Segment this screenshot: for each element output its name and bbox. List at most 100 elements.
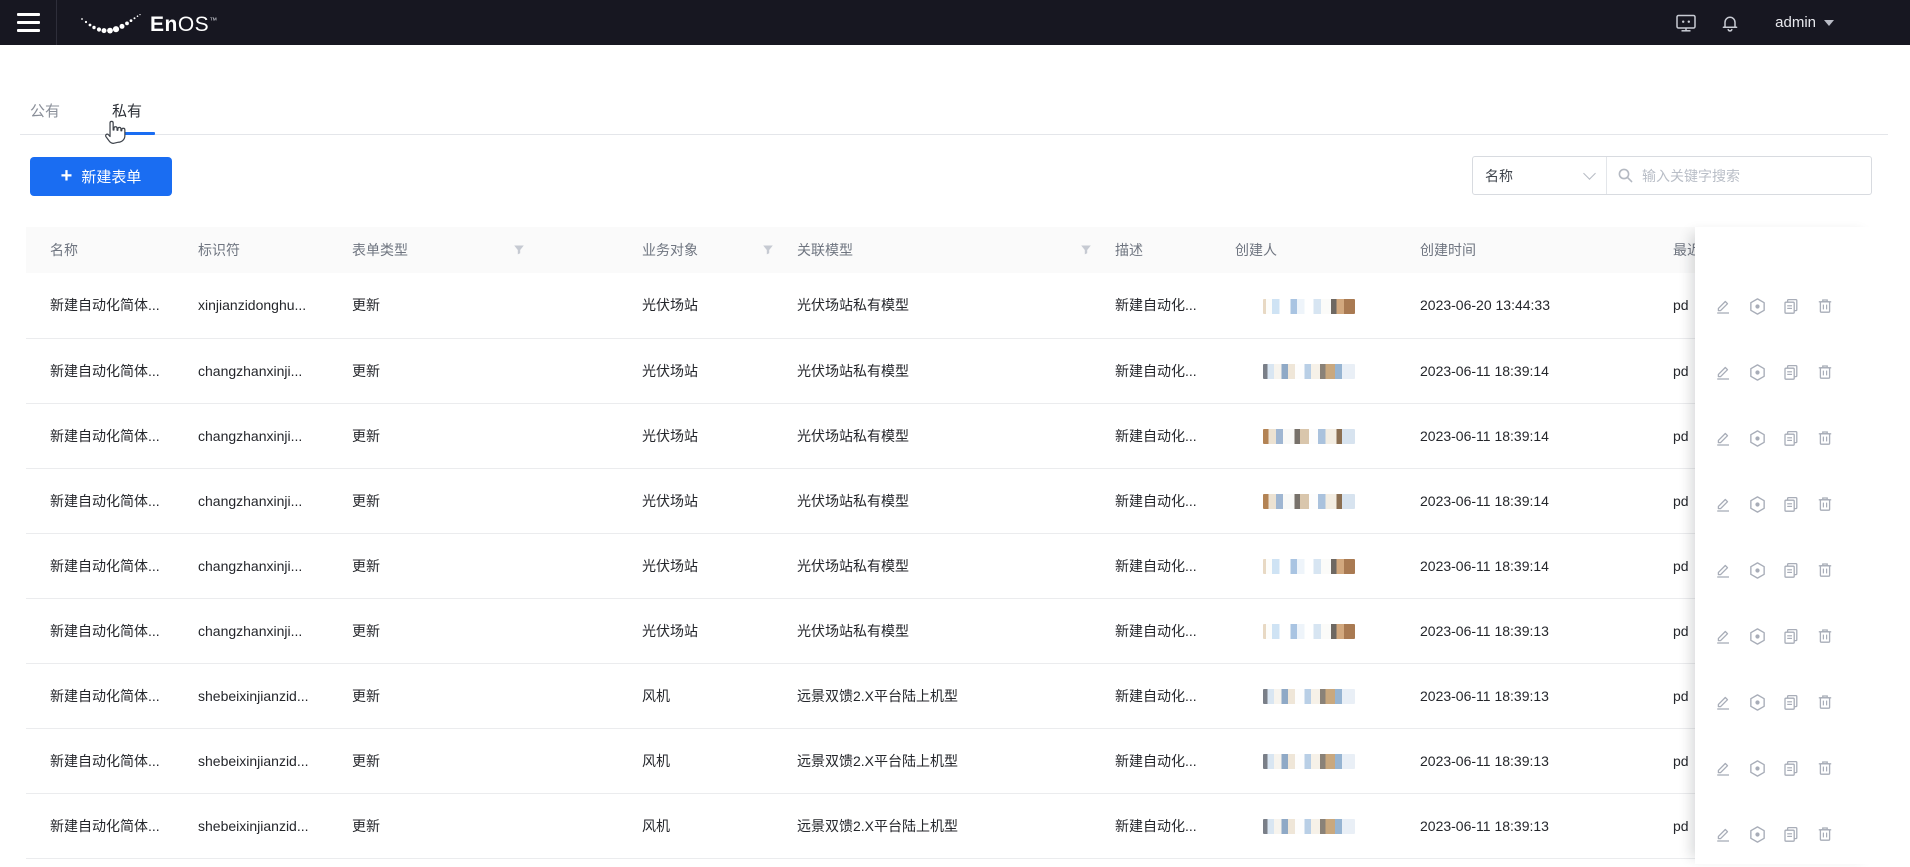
delete-trash-icon[interactable] xyxy=(1808,553,1842,587)
workflow-hexagon-icon[interactable] xyxy=(1740,421,1774,455)
row-actions xyxy=(1695,273,1878,339)
delete-trash-icon[interactable] xyxy=(1808,751,1842,785)
cell-model: 光伏场站私有模型 xyxy=(773,598,1091,664)
edit-icon[interactable] xyxy=(1706,817,1740,851)
search-input[interactable] xyxy=(1640,166,1861,185)
cell-creator xyxy=(1211,793,1396,859)
cell-identifier: changzhanxinji... xyxy=(174,338,328,404)
table-row: 新建自动化简体... changzhanxinji... 更新 光伏场站 光伏场… xyxy=(26,468,1878,534)
cell-model: 光伏场站私有模型 xyxy=(773,273,1091,339)
creator-redacted xyxy=(1263,298,1355,314)
enos-logo: EnOS™ xyxy=(79,8,218,38)
filter-funnel-icon[interactable] xyxy=(762,244,773,256)
copy-icon[interactable] xyxy=(1774,619,1808,653)
filter-funnel-icon[interactable] xyxy=(1080,244,1091,256)
cell-form-type: 更新 xyxy=(328,403,618,469)
bell-icon[interactable] xyxy=(1717,10,1743,36)
row-actions xyxy=(1695,537,1878,603)
row-actions xyxy=(1695,339,1878,405)
delete-trash-icon[interactable] xyxy=(1808,421,1842,455)
cell-form-type: 更新 xyxy=(328,468,618,534)
cell-form-type: 更新 xyxy=(328,598,618,664)
workflow-hexagon-icon[interactable] xyxy=(1740,817,1774,851)
cell-business-object: 风机 xyxy=(618,663,773,729)
edit-icon[interactable] xyxy=(1706,487,1740,521)
delete-trash-icon[interactable] xyxy=(1808,487,1842,521)
topbar: EnOS™ admin xyxy=(0,0,1910,45)
edit-icon[interactable] xyxy=(1706,685,1740,719)
creator-redacted xyxy=(1263,363,1355,379)
cell-form-type: 更新 xyxy=(328,793,618,859)
console-icon[interactable] xyxy=(1673,10,1699,36)
copy-icon[interactable] xyxy=(1774,289,1808,323)
copy-icon[interactable] xyxy=(1774,553,1808,587)
cell-description: 新建自动化... xyxy=(1091,728,1211,794)
cell-identifier: changzhanxinji... xyxy=(174,468,328,534)
workflow-hexagon-icon[interactable] xyxy=(1740,751,1774,785)
creator-redacted xyxy=(1263,688,1355,704)
cell-created-time: 2023-06-11 18:39:14 xyxy=(1396,338,1649,404)
edit-icon[interactable] xyxy=(1706,355,1740,389)
cell-form-type: 更新 xyxy=(328,728,618,794)
copy-icon[interactable] xyxy=(1774,751,1808,785)
workflow-hexagon-icon[interactable] xyxy=(1740,289,1774,323)
cell-created-time: 2023-06-11 18:39:14 xyxy=(1396,403,1649,469)
table-header-row: 名称 标识符 表单类型 业务对象 关联模型 描述 创建人 创建时间 最近更新时间 xyxy=(26,227,1878,273)
user-menu[interactable]: admin xyxy=(1775,14,1834,31)
col-header-description: 描述 xyxy=(1091,227,1211,273)
cell-created-time: 2023-06-11 18:39:13 xyxy=(1396,793,1649,859)
edit-icon[interactable] xyxy=(1706,289,1740,323)
workflow-hexagon-icon[interactable] xyxy=(1740,619,1774,653)
cell-model: 光伏场站私有模型 xyxy=(773,468,1091,534)
cell-creator xyxy=(1211,273,1396,339)
copy-icon[interactable] xyxy=(1774,487,1808,521)
tab-private[interactable]: 私有 xyxy=(112,95,142,134)
edit-icon[interactable] xyxy=(1706,619,1740,653)
delete-trash-icon[interactable] xyxy=(1808,355,1842,389)
creator-redacted xyxy=(1263,428,1355,444)
cell-form-type: 更新 xyxy=(328,338,618,404)
search-field-select[interactable]: 名称 xyxy=(1473,157,1607,194)
delete-trash-icon[interactable] xyxy=(1808,817,1842,851)
menu-icon[interactable] xyxy=(0,0,57,45)
cell-model: 远景双馈2.X平台陆上机型 xyxy=(773,663,1091,729)
cell-identifier: shebeixinjianzid... xyxy=(174,663,328,729)
cell-identifier: changzhanxinji... xyxy=(174,598,328,664)
cell-name: 新建自动化简体... xyxy=(26,598,174,664)
delete-trash-icon[interactable] xyxy=(1808,289,1842,323)
chevron-down-icon xyxy=(1583,167,1596,180)
cell-creator xyxy=(1211,533,1396,599)
workflow-hexagon-icon[interactable] xyxy=(1740,355,1774,389)
edit-icon[interactable] xyxy=(1706,553,1740,587)
cell-creator xyxy=(1211,338,1396,404)
forms-table: 名称 标识符 表单类型 业务对象 关联模型 描述 创建人 创建时间 最近更新时间 xyxy=(26,227,1878,859)
cell-name: 新建自动化简体... xyxy=(26,663,174,729)
edit-icon[interactable] xyxy=(1706,751,1740,785)
copy-icon[interactable] xyxy=(1774,817,1808,851)
cell-business-object: 风机 xyxy=(618,793,773,859)
cell-name: 新建自动化简体... xyxy=(26,338,174,404)
cell-model: 远景双馈2.X平台陆上机型 xyxy=(773,728,1091,794)
search-box xyxy=(1607,157,1871,194)
workflow-hexagon-icon[interactable] xyxy=(1740,487,1774,521)
delete-trash-icon[interactable] xyxy=(1808,685,1842,719)
cell-creator xyxy=(1211,468,1396,534)
copy-icon[interactable] xyxy=(1774,685,1808,719)
workflow-hexagon-icon[interactable] xyxy=(1740,685,1774,719)
cell-description: 新建自动化... xyxy=(1091,533,1211,599)
cell-form-type: 更新 xyxy=(328,663,618,729)
filter-funnel-icon[interactable] xyxy=(513,244,525,256)
cell-identifier: xinjianzidonghu... xyxy=(174,273,328,339)
cell-name: 新建自动化简体... xyxy=(26,468,174,534)
new-form-button[interactable]: + 新建表单 xyxy=(30,157,172,196)
copy-icon[interactable] xyxy=(1774,355,1808,389)
delete-trash-icon[interactable] xyxy=(1808,619,1842,653)
tab-public[interactable]: 公有 xyxy=(30,95,60,134)
copy-icon[interactable] xyxy=(1774,421,1808,455)
creator-redacted xyxy=(1263,558,1355,574)
workflow-hexagon-icon[interactable] xyxy=(1740,553,1774,587)
edit-icon[interactable] xyxy=(1706,421,1740,455)
creator-redacted xyxy=(1263,623,1355,639)
cell-form-type: 更新 xyxy=(328,273,618,339)
cell-name: 新建自动化简体... xyxy=(26,728,174,794)
